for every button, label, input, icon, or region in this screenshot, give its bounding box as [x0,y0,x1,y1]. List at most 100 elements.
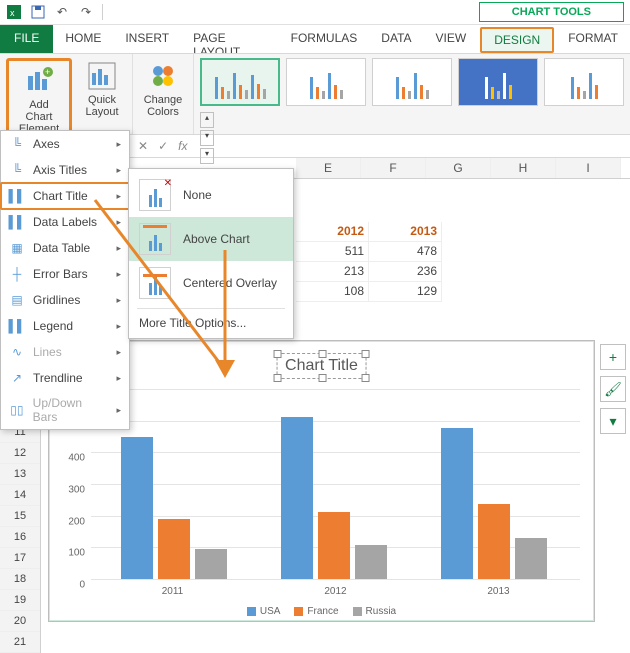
submenu-arrow-icon: ▸ [116,165,121,176]
qat-separator [102,4,103,20]
error-bars-icon: ┼ [9,266,25,282]
fx-icon[interactable]: fx [178,139,187,153]
row-header[interactable]: 13 [0,464,40,485]
embedded-chart[interactable]: Chart Title 0100200300400500600 20112012… [48,340,595,622]
chart-style-2[interactable] [286,58,366,106]
cell-f-2013[interactable]: 2013 [369,222,442,242]
menu-axis-titles-label: Axis Titles [33,163,87,177]
change-colors-group: Change Colors [133,54,194,134]
tab-view[interactable]: VIEW [424,25,479,53]
cell-e-108[interactable]: 108 [296,282,369,302]
submenu-none-label: None [183,188,212,202]
row-header[interactable]: 18 [0,569,40,590]
cancel-icon[interactable]: ✕ [138,139,148,153]
col-header-g[interactable]: G [426,158,491,178]
chart-title-icon: ▌▌ [9,188,25,204]
menu-data-labels[interactable]: ▌▌Data Labels▸ [1,209,129,235]
styles-scroll-down-icon[interactable]: ▾ [200,130,214,146]
row-header[interactable]: 15 [0,506,40,527]
change-colors-label: Change Colors [143,94,183,118]
save-icon[interactable] [30,4,46,20]
lines-icon: ∿ [9,344,25,360]
chart-plot-area[interactable]: 0100200300400500600 [91,389,580,579]
tab-insert[interactable]: INSERT [113,25,181,53]
row-header[interactable]: 17 [0,548,40,569]
plus-icon: + [609,349,617,365]
axis-titles-icon: ╚ [9,162,25,178]
add-chart-element-icon: + [23,65,55,97]
col-header-e[interactable]: E [296,158,361,178]
menu-error-bars[interactable]: ┼Error Bars▸ [1,261,129,287]
menu-lines: ∿Lines▸ [1,339,129,365]
chart-style-5[interactable] [544,58,624,106]
tab-data[interactable]: DATA [369,25,423,53]
menu-trendline-label: Trendline [33,371,83,385]
chart-style-3[interactable] [372,58,452,106]
menu-data-table-label: Data Table [33,241,90,255]
chart-style-1[interactable] [200,58,280,106]
chart-filters-button[interactable]: ▾ [600,408,626,434]
submenu-centered-overlay-label: Centered Overlay [183,276,277,290]
centered-overlay-icon [139,267,171,299]
chart-styles-button[interactable]: 🖌 [600,376,626,402]
submenu-centered-overlay[interactable]: Centered Overlay [129,261,293,305]
submenu-separator [137,308,285,309]
updown-bars-icon: ▯▯ [9,402,25,418]
tab-design[interactable]: DESIGN [480,27,554,53]
chart-title-textbox[interactable]: Chart Title [276,353,367,379]
row-header[interactable]: 20 [0,611,40,632]
styles-scroll-up-icon[interactable]: ▴ [200,112,214,128]
funnel-icon: ▾ [609,413,616,430]
enter-icon[interactable]: ✓ [158,139,168,153]
submenu-arrow-icon: ▸ [116,373,121,384]
col-header-i[interactable]: I [556,158,621,178]
menu-axis-titles[interactable]: ╚ Axis Titles ▸ [1,157,129,183]
change-colors-button[interactable]: Change Colors [139,58,187,120]
data-labels-icon: ▌▌ [9,214,25,230]
quick-layout-icon [86,60,118,92]
row-header[interactable]: 19 [0,590,40,611]
tab-home[interactable]: HOME [53,25,113,53]
row-header[interactable]: 16 [0,527,40,548]
menu-gridlines[interactable]: ▤Gridlines▸ [1,287,129,313]
submenu-above-chart[interactable]: Above Chart [129,217,293,261]
svg-text:+: + [45,67,50,77]
chart-style-4[interactable] [458,58,538,106]
menu-legend[interactable]: ▌▌Legend▸ [1,313,129,339]
cell-e-213[interactable]: 213 [296,262,369,282]
menu-chart-title[interactable]: ▌▌Chart Title▸ [0,182,130,210]
submenu-arrow-icon: ▸ [116,243,121,254]
menu-legend-label: Legend [33,319,73,333]
chart-legend[interactable]: USAFranceRussia [49,606,594,617]
redo-icon[interactable]: ↷ [78,4,94,20]
tab-page-layout[interactable]: PAGE LAYOUT [181,25,278,53]
col-header-f[interactable]: F [361,158,426,178]
submenu-none[interactable]: ✕ None [129,173,293,217]
menu-lines-label: Lines [33,345,62,359]
cell-f-236[interactable]: 236 [369,262,442,282]
quick-access-toolbar: x ↶ ↷ CHART TOOLS [0,0,630,25]
cell-e-511[interactable]: 511 [296,242,369,262]
row-header[interactable]: 14 [0,485,40,506]
undo-icon[interactable]: ↶ [54,4,70,20]
cell-f-129[interactable]: 129 [369,282,442,302]
row-header[interactable]: 12 [0,443,40,464]
col-header-h[interactable]: H [491,158,556,178]
submenu-arrow-icon: ▸ [116,217,121,228]
add-chart-element-menu: ╚Axes▸ ╚Axis Titles▸ ▌▌Chart Title▸ ▌▌Da… [0,130,130,430]
menu-axes[interactable]: ╚Axes▸ [1,131,129,157]
tab-format[interactable]: FORMAT [556,25,630,53]
cell-e-2012[interactable]: 2012 [296,222,369,242]
menu-data-table[interactable]: ▦Data Table▸ [1,235,129,261]
ribbon-tabs: FILE HOME INSERT PAGE LAYOUT FORMULAS DA… [0,25,630,53]
tab-file[interactable]: FILE [0,25,53,53]
row-header[interactable]: 21 [0,632,40,653]
tab-formulas[interactable]: FORMULAS [279,25,370,53]
submenu-arrow-icon: ▸ [116,405,121,416]
menu-trendline[interactable]: ↗Trendline▸ [1,365,129,391]
chart-x-axis: 201120122013 [91,586,580,597]
submenu-more-options[interactable]: More Title Options... [129,312,293,334]
chart-side-buttons: + 🖌 ▾ [600,344,626,434]
cell-f-478[interactable]: 478 [369,242,442,262]
chart-elements-button[interactable]: + [600,344,626,370]
